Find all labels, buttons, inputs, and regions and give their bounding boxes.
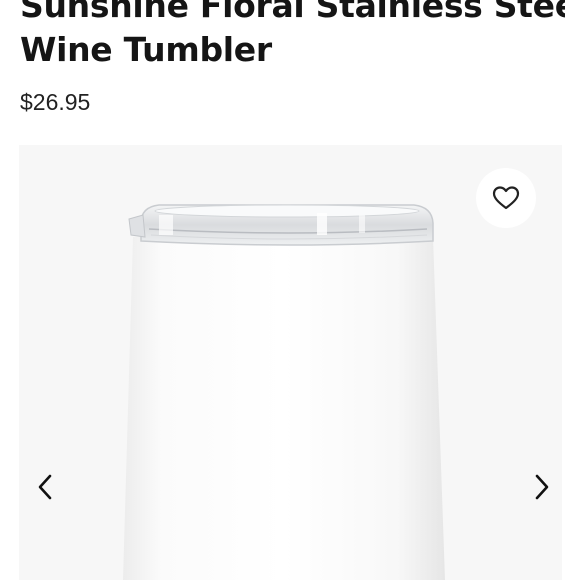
product-title-line-1: Sunshine Floral Stainless Steel (20, 0, 565, 25)
product-title: Sunshine Floral Stainless Steel Wine Tum… (20, 0, 565, 72)
next-image-button[interactable] (527, 467, 557, 507)
product-price: $26.95 (20, 89, 91, 115)
heart-outline-icon (492, 186, 520, 210)
chevron-left-icon (38, 474, 52, 500)
favorite-button[interactable] (476, 168, 536, 228)
product-title-line-2: Wine Tumbler (20, 30, 272, 69)
previous-image-button[interactable] (30, 467, 60, 507)
product-image-gallery[interactable] (19, 145, 562, 580)
chevron-right-icon (535, 474, 549, 500)
tumbler-body (123, 237, 445, 580)
